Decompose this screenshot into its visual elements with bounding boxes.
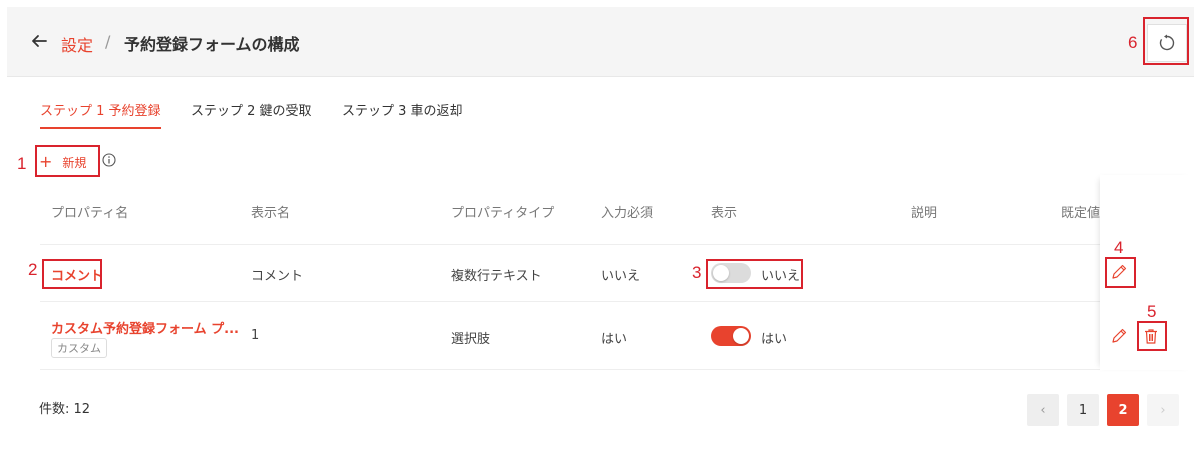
- custom-tag: カスタム: [51, 338, 107, 358]
- property-name-link[interactable]: コメント: [51, 265, 103, 284]
- column-header-default-value[interactable]: 既定値: [1061, 202, 1100, 221]
- breadcrumb-settings-link[interactable]: 設定: [61, 32, 93, 56]
- page-title: 予約登録フォームの構成: [124, 35, 300, 54]
- column-header-property-name[interactable]: プロパティ名: [51, 202, 128, 221]
- edit-icon[interactable]: [1110, 263, 1128, 281]
- record-count: 件数: 12: [39, 402, 91, 417]
- actions-column: [1100, 175, 1194, 370]
- visibility-toggle[interactable]: [711, 263, 751, 283]
- annotation-number: 1: [17, 154, 27, 173]
- refresh-icon: [1159, 34, 1175, 51]
- header-divider: [40, 244, 1100, 245]
- pagination-prev-button[interactable]: ‹: [1027, 394, 1059, 426]
- annotation-number: 5: [1147, 302, 1157, 321]
- column-header-property-type[interactable]: プロパティタイプ: [451, 202, 554, 221]
- toggle-knob: [713, 265, 729, 281]
- info-icon[interactable]: [102, 153, 116, 167]
- required-cell: はい: [601, 332, 628, 347]
- tab-step-3[interactable]: ステップ 3 車の返却: [342, 100, 463, 127]
- row-divider: [40, 301, 1100, 302]
- column-header-description[interactable]: 説明: [911, 202, 937, 221]
- column-header-display-name[interactable]: 表示名: [251, 202, 290, 221]
- new-button-label: 新規: [62, 155, 87, 170]
- plus-icon: +: [39, 152, 53, 171]
- column-header-visible[interactable]: 表示: [711, 202, 737, 221]
- visibility-label: いいえ: [761, 269, 801, 284]
- refresh-button[interactable]: [1147, 24, 1187, 62]
- visibility-toggle[interactable]: [711, 326, 751, 346]
- property-name-link[interactable]: カスタム予約登録フォーム プ...: [51, 318, 239, 337]
- required-cell: いいえ: [601, 269, 641, 284]
- back-arrow-icon[interactable]: [29, 31, 49, 51]
- tab-step-1[interactable]: ステップ 1 予約登録: [40, 100, 161, 129]
- column-header-required[interactable]: 入力必須: [601, 202, 653, 221]
- annotation-number: 4: [1114, 238, 1124, 257]
- display-name-cell: 1: [251, 328, 260, 343]
- annotation-number: 2: [28, 260, 38, 279]
- pagination-page-1[interactable]: 1: [1067, 394, 1099, 426]
- toggle-knob: [733, 328, 749, 344]
- visibility-label: はい: [761, 332, 788, 347]
- edit-icon[interactable]: [1110, 327, 1128, 345]
- pagination-next-button[interactable]: ›: [1147, 394, 1179, 426]
- page-header: 設定 / 予約登録フォームの構成: [7, 7, 1194, 77]
- new-property-button[interactable]: + 新規: [39, 152, 86, 172]
- property-type-cell: 複数行テキスト: [451, 269, 542, 284]
- display-name-cell: コメント: [251, 269, 304, 284]
- trash-icon[interactable]: [1142, 327, 1160, 345]
- breadcrumb-separator: /: [105, 32, 111, 51]
- pagination-page-2[interactable]: 2: [1107, 394, 1139, 426]
- annotation-number: 6: [1128, 33, 1138, 52]
- property-type-cell: 選択肢: [451, 332, 491, 347]
- row-divider: [40, 369, 1100, 370]
- annotation-number: 3: [692, 263, 702, 282]
- tab-step-2[interactable]: ステップ 2 鍵の受取: [191, 100, 312, 127]
